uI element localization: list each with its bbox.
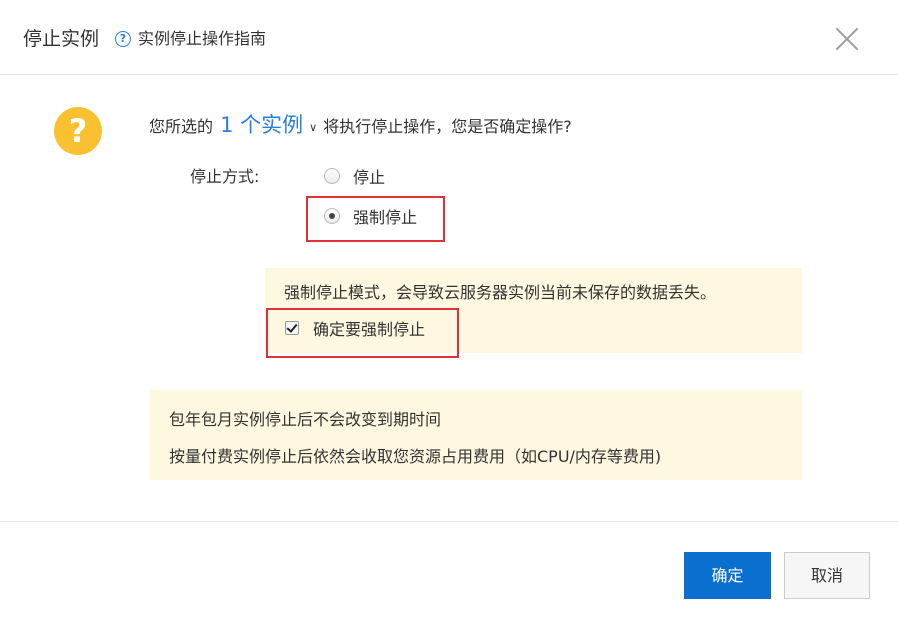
close-icon[interactable] (834, 26, 860, 52)
chevron-down-icon[interactable]: ∨ (309, 115, 317, 141)
stop-instance-dialog: 停止实例 ? 实例停止操作指南 ? 您所选的 1 个实例 ∨ 将执行停止操作，您是否… (0, 0, 898, 627)
help-guide-link[interactable]: 实例停止操作指南 (138, 28, 266, 50)
instance-count-link[interactable]: 1 个实例 (220, 113, 303, 137)
confirm-button[interactable]: 确定 (684, 552, 771, 599)
footer-divider (0, 521, 898, 522)
radio-force-stop-circle[interactable] (324, 208, 340, 224)
help-icon[interactable]: ? (115, 31, 131, 47)
radio-force-stop-label: 强制停止 (353, 208, 418, 227)
cancel-button[interactable]: 取消 (784, 552, 870, 599)
radio-stop-label: 停止 (353, 168, 386, 187)
dialog-header: 停止实例 ? 实例停止操作指南 (0, 0, 898, 75)
confirm-force-stop-label: 确定要强制停止 (313, 320, 426, 339)
info-line-pay-as-you-go: 按量付费实例停止后依然会收取您资源占用费用（如CPU/内存等费用) (169, 447, 662, 466)
radio-stop-circle[interactable] (324, 168, 340, 184)
radio-force-stop[interactable]: 强制停止 (324, 204, 417, 228)
confirm-prompt: 您所选的 1 个实例 ∨ 将执行停止操作，您是否确定操作? (149, 112, 572, 141)
checkbox-box[interactable] (285, 321, 299, 335)
dialog-title: 停止实例 (23, 28, 100, 50)
stop-method-label: 停止方式: (190, 167, 260, 186)
prompt-suffix: 将执行停止操作，您是否确定操作? (323, 117, 572, 136)
prompt-prefix: 您所选的 (149, 117, 214, 136)
radio-stop[interactable]: 停止 (324, 164, 385, 188)
info-line-subscription: 包年包月实例停止后不会改变到期时间 (169, 410, 442, 429)
confirm-force-stop-checkbox[interactable]: 确定要强制停止 (285, 316, 425, 340)
force-stop-warning-text: 强制停止模式，会导致云服务器实例当前未保存的数据丢失。 (284, 283, 717, 302)
question-icon: ? (54, 107, 102, 155)
